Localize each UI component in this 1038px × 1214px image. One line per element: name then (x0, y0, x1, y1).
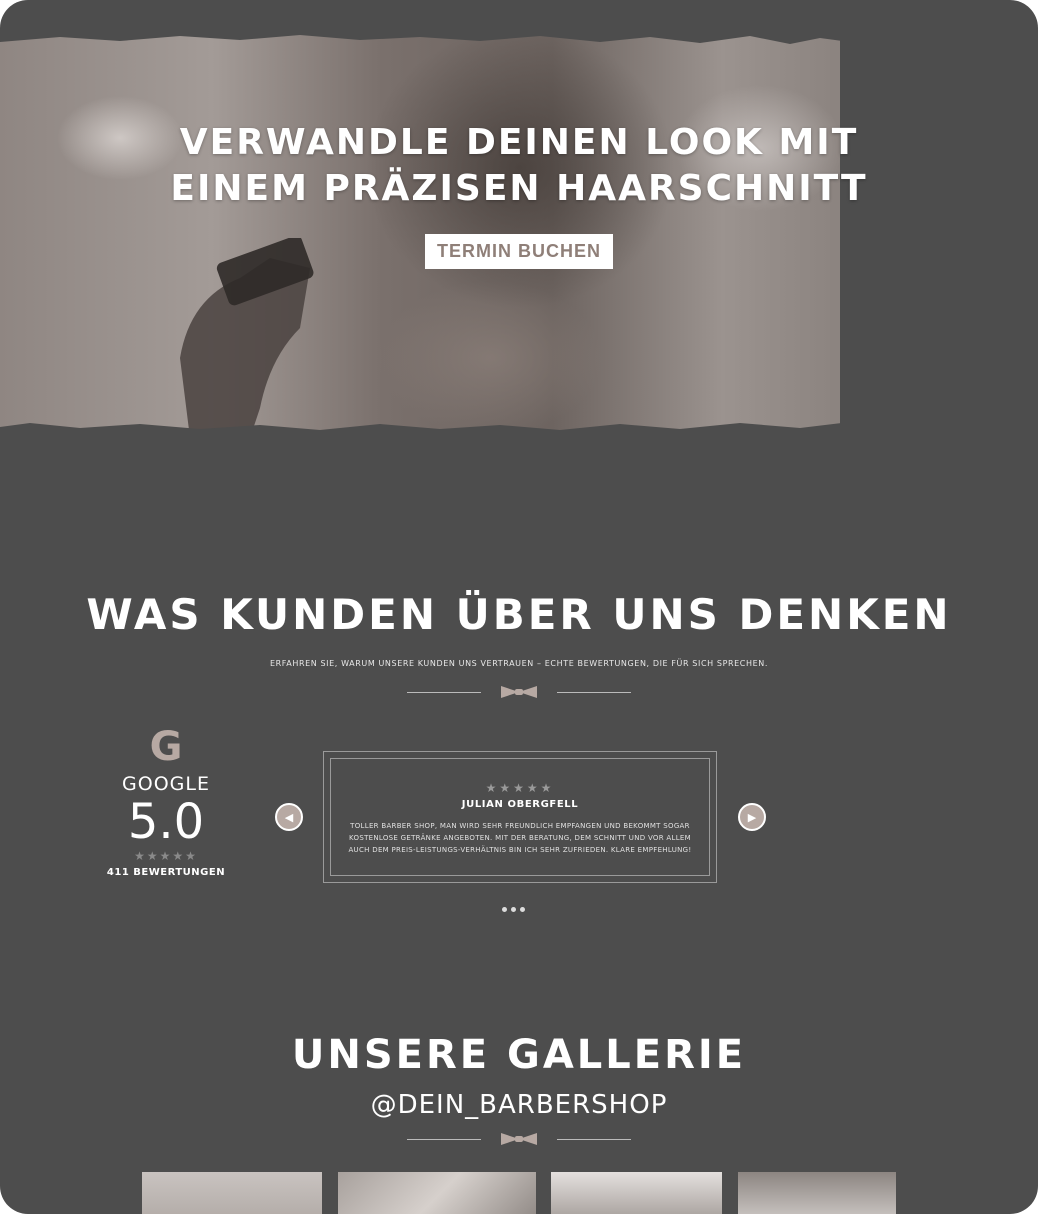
gallery-image[interactable] (551, 1172, 722, 1214)
bowtie-icon (501, 1133, 537, 1145)
reviews-title: WAS KUNDEN ÜBER UNS DENKEN (86, 590, 952, 639)
hero-content: VERWANDLE DEINEN LOOK MIT EINEM PRÄZISEN… (0, 120, 1038, 269)
bowtie-divider (407, 1131, 631, 1147)
google-label: GOOGLE (122, 773, 210, 795)
google-icon: G (149, 724, 183, 770)
google-stars: ★★★★★ (134, 849, 198, 863)
divider-line-right (557, 692, 631, 693)
divider-line-left (407, 692, 481, 693)
reviews-subtitle: ERFAHREN SIE, WARUM UNSERE KUNDEN UNS VE… (269, 659, 768, 668)
page: VERWANDLE DEINEN LOOK MIT EINEM PRÄZISEN… (0, 0, 1038, 1214)
google-rating: G GOOGLE 5.0 ★★★★★ 411 BEWERTUNGEN (100, 725, 232, 878)
hero-title: VERWANDLE DEINEN LOOK MIT EINEM PRÄZISEN… (0, 120, 1038, 212)
carousel-dot[interactable] (520, 907, 525, 912)
review-card: ★★★★★ JULIAN OBERGFELL TOLLER BARBER SHO… (323, 751, 717, 883)
review-stars: ★★★★★ (485, 781, 555, 795)
google-score: 5.0 (127, 794, 205, 850)
google-review-count: 411 BEWERTUNGEN (106, 867, 226, 878)
gallery-title: UNSERE GALLERIE (291, 1032, 747, 1078)
gallery-image[interactable] (142, 1172, 322, 1214)
gallery-image[interactable] (738, 1172, 896, 1214)
torn-edge-bottom (0, 422, 850, 440)
carousel-dot[interactable] (511, 907, 516, 912)
bowtie-icon (501, 686, 537, 698)
torn-edge-top (0, 28, 850, 44)
carousel-next-button[interactable]: ▶ (738, 803, 766, 831)
carousel-prev-button[interactable]: ◀ (275, 803, 303, 831)
reviewer-name: JULIAN OBERGFELL (461, 799, 579, 810)
gallery-image[interactable] (338, 1172, 536, 1214)
carousel-dots (502, 897, 529, 916)
divider-line-right (557, 1139, 631, 1140)
divider-line-left (407, 1139, 481, 1140)
chevron-right-icon: ▶ (747, 810, 757, 824)
review-text: TOLLER BARBER SHOP, MAN WIRD SEHR FREUND… (348, 822, 692, 854)
hero-title-line2: EINEM PRÄZISEN HAARSCHNITT (170, 168, 868, 209)
chevron-left-icon: ◀ (284, 810, 294, 824)
review-card-inner: ★★★★★ JULIAN OBERGFELL TOLLER BARBER SHO… (330, 758, 710, 876)
carousel-dot[interactable] (502, 907, 507, 912)
instagram-handle[interactable]: @DEIN_BARBERSHOP (0, 1090, 1038, 1120)
bowtie-divider (407, 684, 631, 700)
hero-title-line1: VERWANDLE DEINEN LOOK MIT (179, 122, 859, 163)
book-appointment-button[interactable]: TERMIN BUCHEN (425, 234, 613, 269)
